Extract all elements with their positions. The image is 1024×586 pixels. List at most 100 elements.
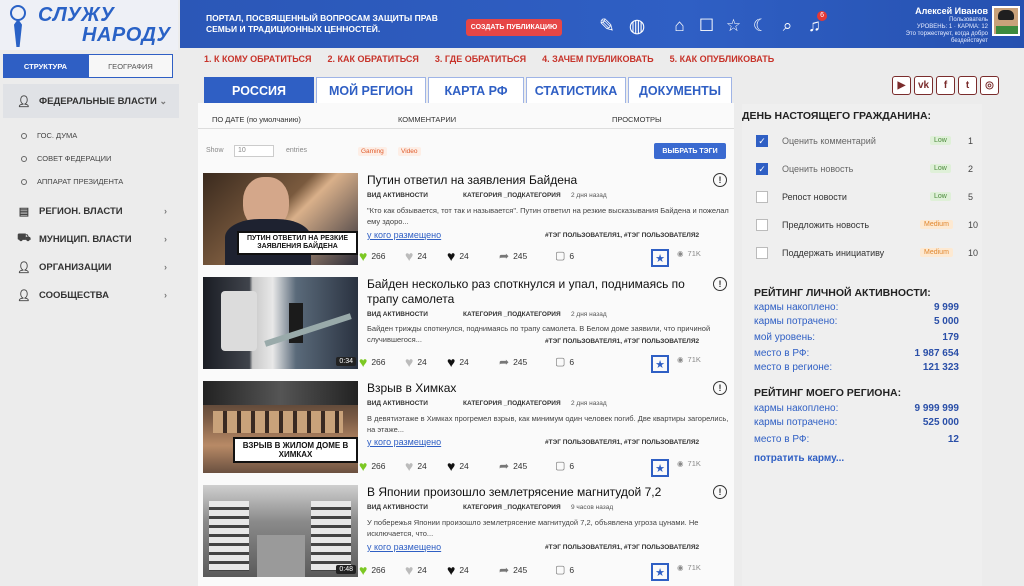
entries-select[interactable]: 10 bbox=[234, 145, 274, 157]
user-info[interactable]: Алексей Иванов Пользователь УРОВЕНЬ: 1 ·… bbox=[892, 6, 988, 45]
list-item[interactable]: 0:34 Байден несколько раз споткнулся и у… bbox=[203, 277, 731, 381]
sidebar-subitem-duma[interactable]: ГОС. ДУМА bbox=[3, 124, 179, 147]
favorite-button[interactable]: ★ bbox=[651, 355, 669, 373]
spend-karma-link[interactable]: потратить карму... bbox=[754, 453, 844, 464]
tab-statistics[interactable]: СТАТИСТИКА bbox=[526, 77, 626, 103]
tumblr-icon[interactable]: t bbox=[958, 76, 977, 95]
sidebar-item-communities[interactable]: 👤︎ СООБЩЕСТВА › bbox=[3, 281, 179, 309]
sidebar-subitem-president-office[interactable]: АППАРАТ ПРЕЗИДЕНТА bbox=[3, 170, 179, 193]
placement-link[interactable]: у кого размещено bbox=[367, 230, 441, 240]
news-thumbnail[interactable]: ВЗРЫВ В ЖИЛОМ ДОМЕ В ХИМКАХ bbox=[203, 381, 358, 473]
sidebar-item-municipal[interactable]: ⛟ МУНИЦИП. ВЛАСТИ › bbox=[3, 225, 179, 253]
news-title[interactable]: Взрыв в Химках bbox=[367, 381, 707, 396]
comments-button[interactable]: ▢ 6 bbox=[555, 249, 574, 262]
report-icon[interactable]: ! bbox=[713, 485, 727, 499]
share-button[interactable]: ➦ 245 bbox=[499, 249, 527, 263]
tab-map[interactable]: КАРТА РФ bbox=[428, 77, 524, 103]
avatar[interactable] bbox=[992, 6, 1020, 36]
dislike-button[interactable]: ♥ 24 bbox=[447, 249, 469, 263]
step-link[interactable]: 1. К КОМУ ОБРАТИТЬСЯ bbox=[204, 54, 312, 64]
checkbox[interactable] bbox=[756, 247, 768, 259]
dislike-button[interactable]: ♥ 24 bbox=[447, 563, 469, 577]
select-tags-button[interactable]: ВЫБРАТЬ ТЭГИ bbox=[654, 143, 726, 159]
sidebar-subitem-federation-council[interactable]: СОВЕТ ФЕДЕРАЦИИ bbox=[3, 147, 179, 170]
news-title[interactable]: Путин ответил на заявления Байдена bbox=[367, 173, 707, 188]
sidebar-item-regional[interactable]: ▤ РЕГИОН. ВЛАСТИ › bbox=[3, 197, 179, 225]
facebook-icon[interactable]: f bbox=[936, 76, 955, 95]
vk-icon[interactable]: vk bbox=[914, 76, 933, 95]
tab-geography[interactable]: ГЕОГРАФИЯ bbox=[88, 54, 173, 78]
share-button[interactable]: ➦ 245 bbox=[499, 563, 527, 577]
step-link[interactable]: 5. КАК ОПУБЛИКОВАТЬ bbox=[670, 54, 775, 64]
report-icon[interactable]: ! bbox=[713, 277, 727, 291]
moon-icon[interactable]: ☾ bbox=[747, 14, 774, 38]
heart-button[interactable]: ♥ 24 bbox=[405, 355, 427, 369]
task-row[interactable]: ✓ Оценить новость Low 2 bbox=[756, 158, 986, 182]
favorite-button[interactable]: ★ bbox=[651, 249, 669, 267]
news-thumbnail[interactable]: 0:48 bbox=[203, 485, 358, 577]
dislike-button[interactable]: ♥ 24 bbox=[447, 459, 469, 473]
step-link[interactable]: 4. ЗАЧЕМ ПУБЛИКОВАТЬ bbox=[542, 54, 653, 64]
news-tags[interactable]: #ТЭГ ПОЛЬЗОВАТЕЛЯ1, #ТЭГ ПОЛЬЗОВАТЕЛЯ2 bbox=[545, 232, 699, 239]
news-title[interactable]: В Японии произошло землетрясение магниту… bbox=[367, 485, 707, 500]
news-tags[interactable]: #ТЭГ ПОЛЬЗОВАТЕЛЯ1, #ТЭГ ПОЛЬЗОВАТЕЛЯ2 bbox=[545, 544, 699, 551]
favorite-button[interactable]: ★ bbox=[651, 563, 669, 581]
tab-structure[interactable]: СТРУКТУРА bbox=[3, 54, 88, 78]
heart-button[interactable]: ♥ 24 bbox=[405, 249, 427, 263]
share-button[interactable]: ➦ 245 bbox=[499, 355, 527, 369]
sort-by-date[interactable]: ПО ДАТЕ (по умолчанию) bbox=[212, 115, 301, 124]
step-link[interactable]: 3. ГДЕ ОБРАТИТЬСЯ bbox=[435, 54, 526, 64]
chat-icon[interactable]: ☐ bbox=[693, 14, 720, 38]
like-button[interactable]: ♥ 266 bbox=[359, 355, 386, 369]
bell-icon[interactable]: ♫ 6 bbox=[801, 11, 828, 38]
news-tags[interactable]: #ТЭГ ПОЛЬЗОВАТЕЛЯ1, #ТЭГ ПОЛЬЗОВАТЕЛЯ2 bbox=[545, 338, 699, 345]
news-thumbnail[interactable]: ПУТИН ОТВЕТИЛ НА РЕЗКИЕ ЗАЯВЛЕНИЯ БАЙДЕН… bbox=[203, 173, 358, 265]
comments-button[interactable]: ▢ 6 bbox=[555, 355, 574, 368]
instagram-icon[interactable]: ◎ bbox=[980, 76, 999, 95]
star-icon[interactable]: ☆ bbox=[720, 14, 747, 38]
list-item[interactable]: ВЗРЫВ В ЖИЛОМ ДОМЕ В ХИМКАХ Взрыв в Химк… bbox=[203, 381, 731, 485]
checkbox[interactable]: ✓ bbox=[756, 163, 768, 175]
comments-button[interactable]: ▢ 6 bbox=[555, 459, 574, 472]
tab-documents[interactable]: ДОКУМЕНТЫ bbox=[628, 77, 732, 103]
sidebar-item-federal[interactable]: 👤︎ ФЕДЕРАЛЬНЫЕ ВЛАСТИ ⌄ bbox=[3, 84, 179, 118]
news-tags[interactable]: #ТЭГ ПОЛЬЗОВАТЕЛЯ1, #ТЭГ ПОЛЬЗОВАТЕЛЯ2 bbox=[545, 439, 699, 446]
list-item[interactable]: 0:48 В Японии произошло землетрясение ма… bbox=[203, 485, 731, 586]
share-button[interactable]: ➦ 245 bbox=[499, 459, 527, 473]
task-row[interactable]: Репост новости Low 5 bbox=[756, 186, 986, 210]
tag-chip[interactable]: Gaming bbox=[358, 147, 387, 156]
youtube-icon[interactable]: ▶ bbox=[892, 76, 911, 95]
list-item[interactable]: ПУТИН ОТВЕТИЛ НА РЕЗКИЕ ЗАЯВЛЕНИЯ БАЙДЕН… bbox=[203, 173, 731, 277]
checkbox[interactable] bbox=[756, 219, 768, 231]
checkbox[interactable] bbox=[756, 191, 768, 203]
placement-link[interactable]: у кого размещено bbox=[367, 437, 441, 447]
task-row[interactable]: Поддержать инициативу Medium 10 bbox=[756, 242, 986, 266]
news-thumbnail[interactable]: 0:34 bbox=[203, 277, 358, 369]
like-button[interactable]: ♥ 266 bbox=[359, 249, 386, 263]
tab-russia[interactable]: РОССИЯ bbox=[204, 77, 314, 103]
task-row[interactable]: ✓ Оценить комментарий Low 1 bbox=[756, 130, 986, 154]
placement-link[interactable]: у кого размещено bbox=[367, 542, 441, 552]
dislike-button[interactable]: ♥ 24 bbox=[447, 355, 469, 369]
task-row[interactable]: Предложить новость Medium 10 bbox=[756, 214, 986, 238]
like-button[interactable]: ♥ 266 bbox=[359, 563, 386, 577]
sort-by-comments[interactable]: КОММЕНТАРИИ bbox=[398, 115, 456, 124]
heart-button[interactable]: ♥ 24 bbox=[405, 563, 427, 577]
favorite-button[interactable]: ★ bbox=[651, 459, 669, 477]
site-logo[interactable]: СЛУЖУ НАРОДУ bbox=[0, 0, 178, 50]
coins-icon[interactable]: ◍ bbox=[622, 14, 652, 38]
document-edit-icon[interactable]: ✎ bbox=[592, 14, 622, 38]
like-button[interactable]: ♥ 266 bbox=[359, 459, 386, 473]
report-icon[interactable]: ! bbox=[713, 381, 727, 395]
checkbox[interactable]: ✓ bbox=[756, 135, 768, 147]
sidebar-item-organizations[interactable]: 👤︎ ОРГАНИЗАЦИИ › bbox=[3, 253, 179, 281]
step-link[interactable]: 2. КАК ОБРАТИТЬСЯ bbox=[328, 54, 419, 64]
sort-by-views[interactable]: ПРОСМОТРЫ bbox=[612, 115, 662, 124]
tag-chip[interactable]: Video bbox=[398, 147, 421, 156]
comments-button[interactable]: ▢ 6 bbox=[555, 563, 574, 576]
search-icon[interactable]: ⌕ bbox=[774, 14, 801, 38]
report-icon[interactable]: ! bbox=[713, 173, 727, 187]
home-icon[interactable]: ⌂ bbox=[666, 14, 693, 38]
news-title[interactable]: Байден несколько раз споткнулся и упал, … bbox=[367, 277, 707, 307]
create-publication-button[interactable]: СОЗДАТЬ ПУБЛИКАЦИЮ bbox=[466, 19, 562, 36]
